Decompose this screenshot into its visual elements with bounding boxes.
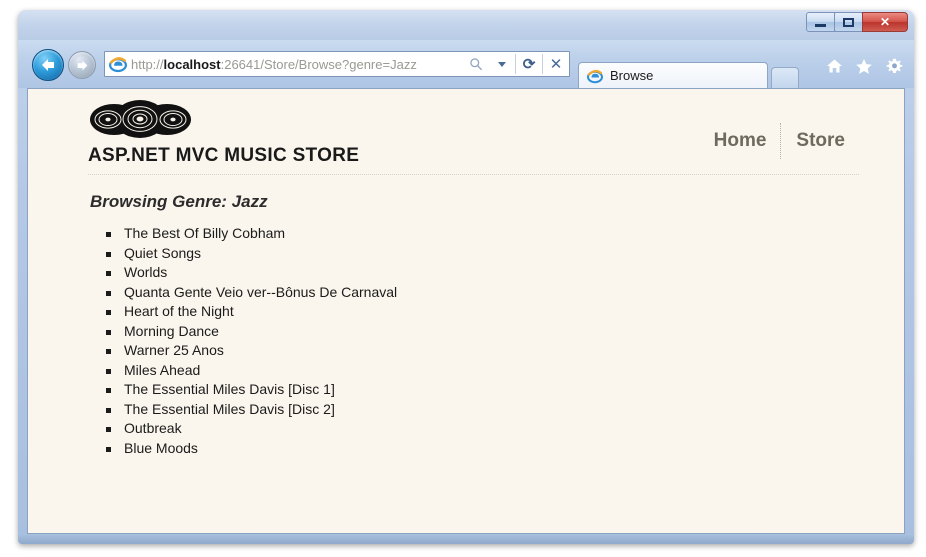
- stop-button[interactable]: ✕: [543, 52, 569, 76]
- page-title: ASP.NET MVC MUSIC STORE: [88, 145, 360, 166]
- site-header: ASP.NET MVC MUSIC STORE Home Store: [88, 99, 859, 174]
- window-titlebar[interactable]: ✕: [18, 10, 914, 40]
- nav-link-home[interactable]: Home: [700, 130, 781, 152]
- favorites-icon[interactable]: [854, 56, 874, 76]
- tab-label: Browse: [610, 68, 654, 83]
- refresh-icon: ⟳: [522, 56, 536, 73]
- forward-button[interactable]: [68, 51, 96, 79]
- album-list-item[interactable]: The Essential Miles Davis [Disc 2]: [104, 400, 859, 420]
- browser-window: ✕ http://localhost:26641/Store/Browse?ge…: [18, 10, 914, 544]
- url-path: :26641/Store/Browse?genre=Jazz: [220, 56, 417, 72]
- vinyl-records-icon: [90, 100, 191, 138]
- album-list-item[interactable]: Morning Dance: [104, 322, 859, 342]
- address-bar[interactable]: http://localhost:26641/Store/Browse?genr…: [104, 51, 570, 77]
- site-logo[interactable]: [88, 99, 193, 139]
- tab-browse[interactable]: Browse: [578, 62, 768, 88]
- close-window-button[interactable]: ✕: [862, 12, 908, 32]
- web-page: ASP.NET MVC MUSIC STORE Home Store Brows…: [28, 99, 904, 533]
- album-list-item[interactable]: The Essential Miles Davis [Disc 1]: [104, 380, 859, 400]
- url-text: http://localhost:26641/Store/Browse?genr…: [131, 57, 463, 72]
- album-list-item[interactable]: Outbreak: [104, 419, 859, 439]
- address-search-button[interactable]: [463, 52, 489, 76]
- tab-strip: Browse: [578, 54, 799, 88]
- header-divider: [88, 174, 859, 176]
- maximize-button[interactable]: [834, 12, 863, 32]
- window-controls: ✕: [806, 12, 908, 32]
- url-scheme: http://: [131, 56, 164, 72]
- album-list-item[interactable]: Quanta Gente Veio ver--Bônus De Carnaval: [104, 283, 859, 303]
- home-icon[interactable]: [824, 56, 844, 76]
- ie-favicon-icon: [109, 57, 127, 73]
- album-list-item[interactable]: Warner 25 Anos: [104, 341, 859, 361]
- close-icon: ✕: [879, 15, 891, 29]
- browser-toolbar: http://localhost:26641/Store/Browse?genr…: [18, 40, 914, 88]
- album-list: The Best Of Billy Cobham Quiet Songs World…: [90, 224, 859, 458]
- maximize-icon: [843, 17, 854, 27]
- page-viewport: ASP.NET MVC MUSIC STORE Home Store Brows…: [27, 88, 905, 534]
- ie-favicon-icon: [587, 69, 603, 83]
- album-list-item[interactable]: Blue Moods: [104, 439, 859, 459]
- browser-toolbar-icons: [824, 56, 904, 76]
- genre-heading: Browsing Genre: Jazz: [90, 192, 268, 211]
- nav-link-store[interactable]: Store: [782, 130, 859, 152]
- minimize-icon: [815, 24, 826, 27]
- album-list-item[interactable]: Worlds: [104, 263, 859, 283]
- forward-arrow-icon: [77, 60, 87, 70]
- gear-glyph: [886, 58, 902, 73]
- album-list-item[interactable]: Heart of the Night: [104, 302, 859, 322]
- main-content: Browsing Genre: Jazz The Best Of Billy C…: [90, 192, 859, 458]
- url-host: localhost: [163, 56, 221, 72]
- album-list-item[interactable]: The Best Of Billy Cobham: [104, 224, 859, 244]
- tools-icon[interactable]: [884, 56, 904, 76]
- search-icon: [470, 58, 482, 71]
- site-navigation: Home Store: [700, 123, 859, 159]
- album-list-item[interactable]: Quiet Songs: [104, 244, 859, 264]
- home-glyph: [826, 59, 842, 73]
- chevron-down-icon: [498, 61, 506, 67]
- new-tab-button[interactable]: [771, 67, 799, 88]
- album-list-item[interactable]: Miles Ahead: [104, 361, 859, 381]
- back-arrow-icon: [42, 59, 54, 71]
- window-bottom-frame: [18, 534, 914, 544]
- address-dropdown-button[interactable]: [489, 52, 515, 76]
- back-button[interactable]: [32, 49, 64, 81]
- refresh-button[interactable]: ⟳: [516, 52, 542, 76]
- close-icon: ✕: [549, 56, 563, 73]
- minimize-button[interactable]: [806, 12, 835, 32]
- star-glyph: [856, 58, 872, 74]
- desktop-backdrop: ✕ http://localhost:26641/Store/Browse?ge…: [0, 0, 926, 557]
